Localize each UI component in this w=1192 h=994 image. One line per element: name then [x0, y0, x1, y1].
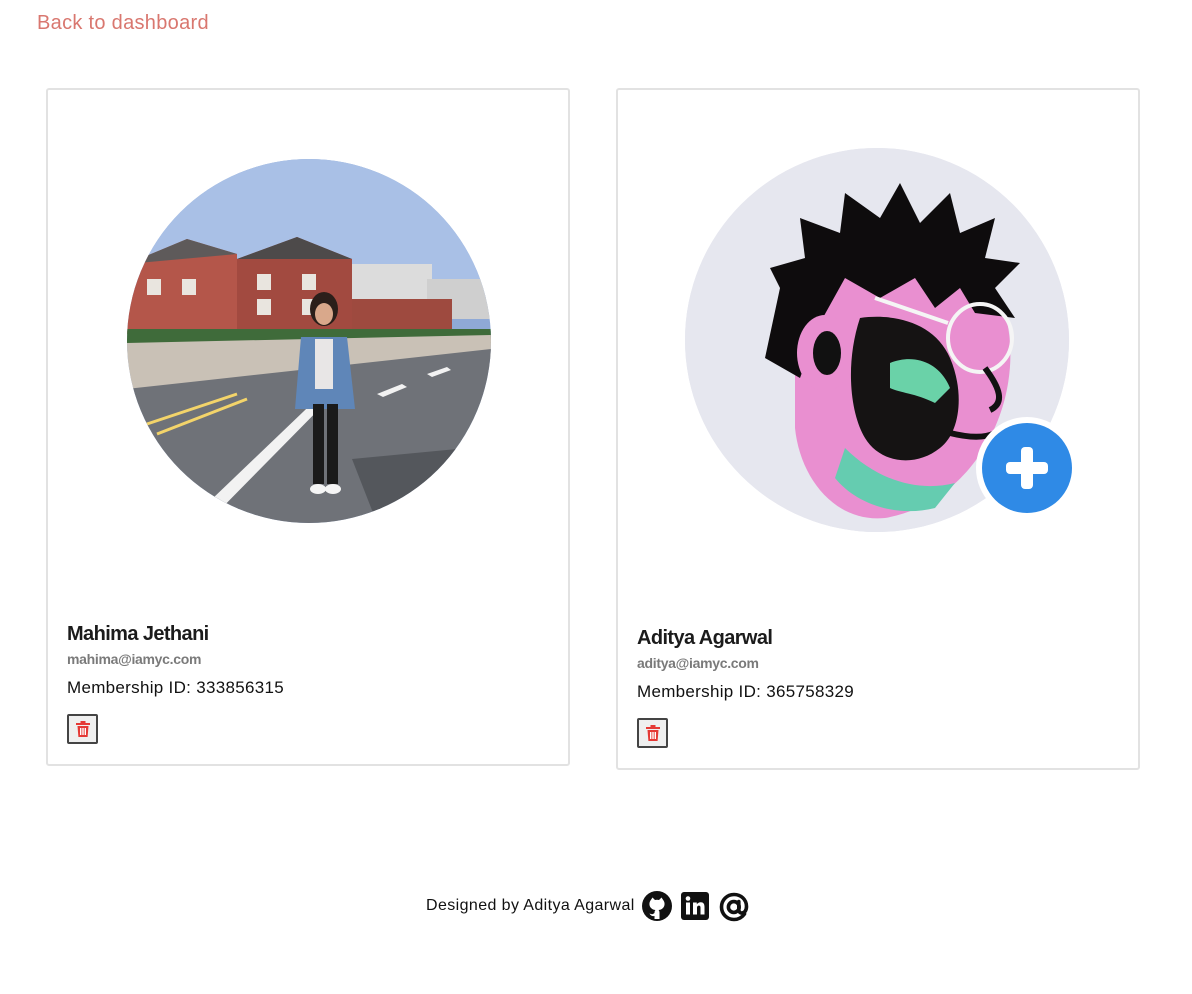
- member-name: Aditya Agarwal: [637, 627, 773, 649]
- delete-member-button[interactable]: [637, 718, 668, 748]
- member-avatar: [127, 159, 491, 523]
- membership-id: Membership ID: 333856315: [67, 678, 284, 697]
- trash-icon: [645, 725, 660, 741]
- footer-credit: Designed by Aditya Agarwal: [426, 897, 635, 914]
- back-to-dashboard-link[interactable]: Back to dashboard: [37, 12, 209, 35]
- delete-member-button[interactable]: [67, 714, 98, 744]
- avatar-photo-street: [127, 159, 491, 523]
- github-icon[interactable]: [641, 890, 673, 922]
- member-name: Mahima Jethani: [67, 623, 209, 645]
- trash-icon: [75, 721, 90, 737]
- plus-icon: [982, 423, 1072, 513]
- member-card: Aditya Agarwal aditya@iamyc.com Membersh…: [616, 88, 1140, 770]
- email-at-icon[interactable]: [717, 890, 749, 922]
- membership-id: Membership ID: 365758329: [637, 682, 854, 701]
- linkedin-icon[interactable]: [679, 890, 711, 922]
- footer: Designed by Aditya Agarwal: [426, 886, 749, 926]
- add-photo-button[interactable]: [976, 417, 1078, 519]
- member-email: mahima@iamyc.com: [67, 651, 202, 667]
- member-card: Mahima Jethani mahima@iamyc.com Membersh…: [46, 88, 570, 766]
- member-email: aditya@iamyc.com: [637, 655, 759, 671]
